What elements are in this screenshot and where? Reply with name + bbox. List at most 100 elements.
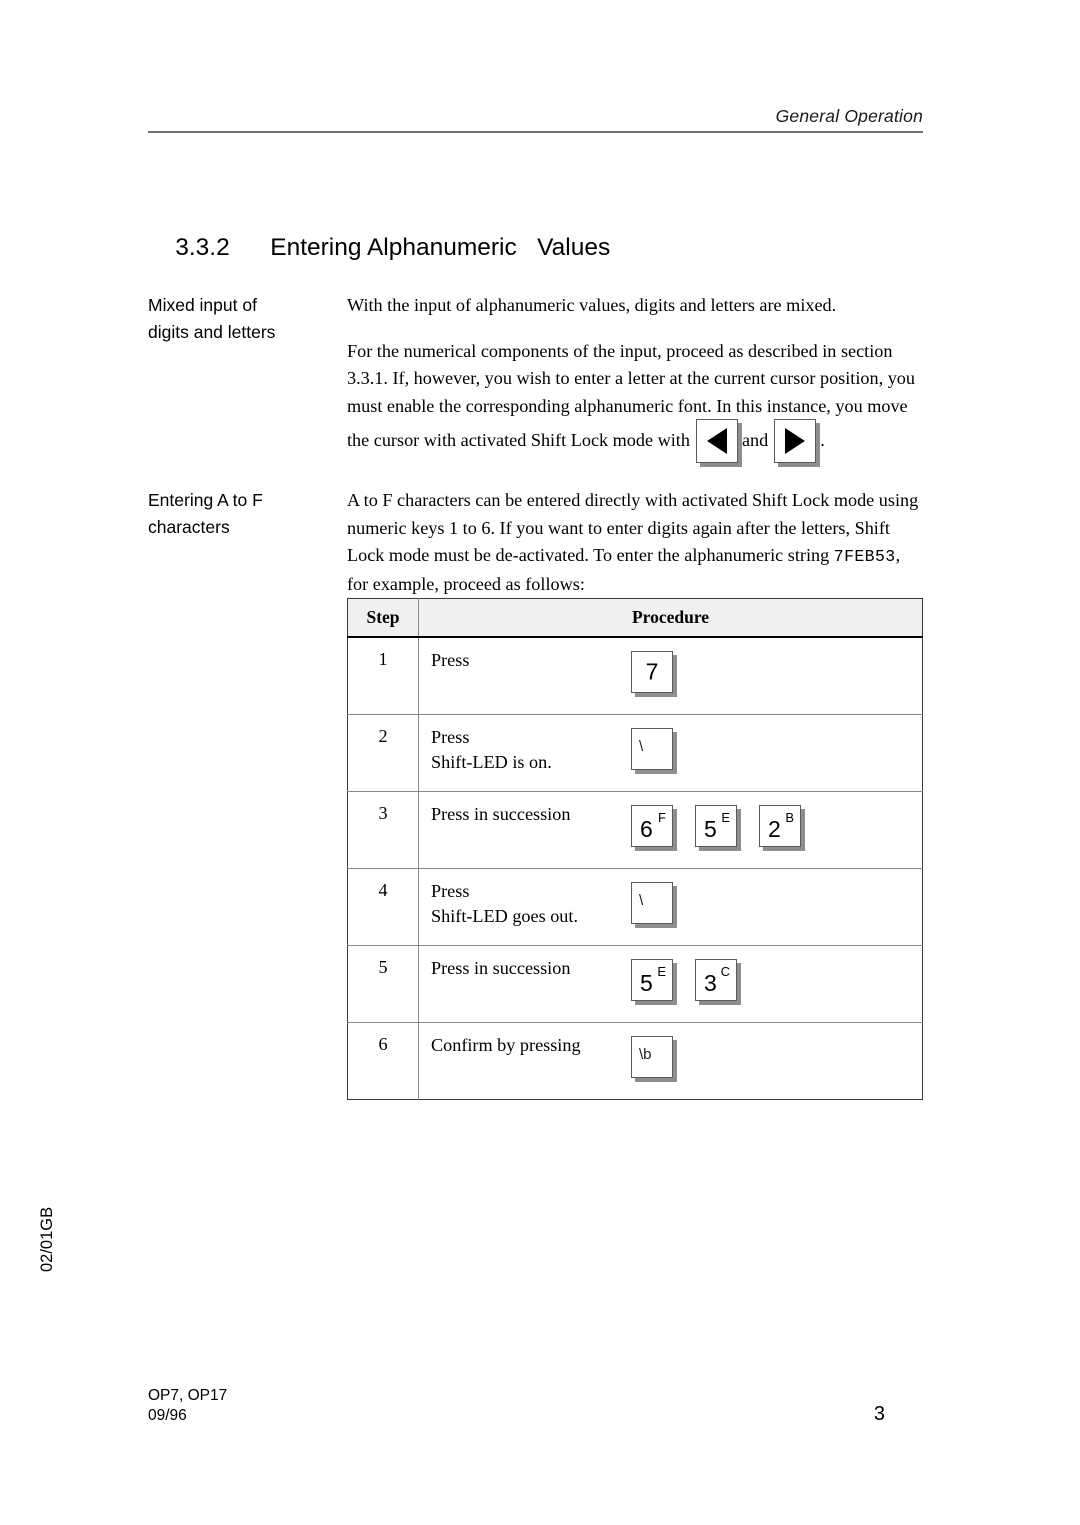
- procedure-line-1: Press: [431, 881, 470, 901]
- procedure-content: Press Shift-LED goes out. \: [431, 878, 922, 936]
- table-row: 3 Press in succession 6 F 5 E 2 B: [347, 791, 923, 869]
- column-header-procedure: Procedure: [418, 598, 923, 638]
- alphanumeric-string-example: 7FEB53: [833, 547, 896, 566]
- procedure-table: Step Procedure 1 Press 7 2 Press Shift-LED is…: [347, 598, 923, 1100]
- key-letter-glyph: F: [658, 810, 666, 825]
- key-symbol-glyph: \: [639, 738, 644, 755]
- keycap-b-key[interactable]: \b: [631, 1036, 673, 1078]
- procedure-content: Press 7: [431, 647, 922, 705]
- keycap-6F-key[interactable]: 6F: [631, 805, 673, 847]
- side-document-code: 02/01GB: [38, 1206, 56, 1272]
- key-letter-glyph: C: [720, 964, 730, 979]
- step-number-cell: 6: [347, 1022, 419, 1100]
- keycap--key[interactable]: \: [631, 728, 673, 770]
- keycap-5E-key[interactable]: 5E: [695, 805, 737, 847]
- arrow-right-icon: [785, 428, 806, 454]
- document-page: General Operation 3.3.2 Entering Alphanum…: [0, 0, 1080, 1525]
- margin-label-line-1: Entering A to F: [148, 490, 263, 510]
- key-digit-glyph: 5: [704, 816, 717, 842]
- step-number-cell: 3: [347, 791, 419, 869]
- procedure-content: Confirm by pressing \b: [431, 1032, 922, 1090]
- table-row: 4 Press Shift-LED goes out. \: [347, 868, 923, 946]
- table-body: 1 Press 7 2 Press Shift-LED is on. \ 3 Press in …: [347, 637, 923, 1100]
- paragraph-text-part-1: For the numerical components of the inpu…: [347, 340, 915, 451]
- section-number: 3.3.2: [175, 234, 230, 261]
- key-digit-glyph: 6: [640, 816, 653, 842]
- key-letter-glyph: E: [721, 810, 730, 825]
- key-letter-glyph: B: [785, 810, 794, 825]
- table-row: 5 Press in succession 5 E 3 C: [347, 945, 923, 1023]
- footer-device-line: OP7, OP17: [148, 1387, 228, 1404]
- body-text-entering-a-to-f: A to F characters can be entered directl…: [347, 487, 923, 598]
- table-row: 1 Press 7: [347, 637, 923, 715]
- keycap-2B-key[interactable]: 2B: [759, 805, 801, 847]
- procedure-content: Press Shift-LED is on. \: [431, 724, 922, 782]
- margin-label-line-1: Mixed input of: [148, 295, 257, 315]
- procedure-line-1: Press: [431, 727, 470, 747]
- key-digit-glyph: 7: [645, 658, 659, 685]
- margin-label-line-2: characters: [148, 517, 230, 537]
- margin-label-mixed-input: Mixed input of digits and letters: [148, 292, 343, 346]
- key-digit-glyph: 2: [768, 816, 781, 842]
- key-symbol-glyph: \b: [639, 1046, 652, 1063]
- procedure-description: Press in succession: [431, 955, 631, 981]
- page-number: 3: [873, 1403, 885, 1425]
- step-number-cell: 1: [347, 637, 419, 715]
- procedure-line-2: Shift-LED goes out.: [431, 906, 579, 926]
- procedure-keys: 6F 5E 2B: [631, 801, 823, 847]
- keycap-3C-key[interactable]: 3C: [695, 959, 737, 1001]
- arrow-left-icon: [706, 428, 727, 454]
- procedure-description: Confirm by pressing: [431, 1032, 631, 1058]
- procedure-line-1: Confirm by pressing: [431, 1035, 581, 1055]
- paragraph-intro: With the input of alphanumeric values, d…: [347, 295, 837, 315]
- margin-label-entering-a-to-f: Entering A to F characters: [148, 487, 343, 541]
- procedure-keys: \b: [631, 1032, 695, 1078]
- section-title: Entering Alphanumeric Values: [270, 234, 611, 261]
- keycap-5E-key[interactable]: 5E: [631, 959, 673, 1001]
- paragraph-text-end: .: [820, 430, 825, 451]
- footer-device-info: OP7, OP17 09/96: [148, 1386, 227, 1426]
- procedure-keys: \: [631, 724, 695, 770]
- procedure-description: Press Shift-LED is on.: [431, 724, 631, 775]
- paragraph-conjunction: and: [741, 430, 769, 451]
- paragraph-numeric-components: For the numerical components of the inpu…: [347, 338, 923, 465]
- procedure-line-1: Press in succession: [431, 958, 571, 978]
- procedure-cell: Press 7: [419, 637, 923, 715]
- running-header: General Operation: [148, 106, 923, 133]
- paragraph-text-part-1: A to F characters can be entered directl…: [347, 490, 919, 565]
- procedure-line-1: Press: [431, 650, 470, 670]
- key-digit-glyph: 3: [704, 970, 717, 996]
- procedure-description: Press Shift-LED goes out.: [431, 878, 631, 929]
- arrow-right-key[interactable]: [774, 419, 817, 463]
- header-rule: [148, 131, 923, 133]
- procedure-line-1: Press in succession: [431, 804, 571, 824]
- key-letter-glyph: E: [657, 964, 666, 979]
- arrow-left-key[interactable]: [695, 419, 738, 463]
- table-header-row: Step Procedure: [347, 598, 923, 638]
- step-number-cell: 4: [347, 868, 419, 946]
- procedure-keys: 7: [631, 647, 695, 693]
- procedure-content: Press in succession 6 F 5 E 2 B: [431, 801, 922, 859]
- body-text-mixed-input: With the input of alphanumeric values, d…: [347, 292, 923, 464]
- footer-date-line: 09/96: [148, 1407, 187, 1424]
- step-number-cell: 5: [347, 945, 419, 1023]
- column-header-step: Step: [347, 598, 419, 638]
- margin-label-line-2: digits and letters: [148, 322, 276, 342]
- table-row: 2 Press Shift-LED is on. \: [347, 714, 923, 792]
- keycap-7-key[interactable]: 7: [631, 651, 673, 693]
- procedure-line-2: Shift-LED is on.: [431, 752, 552, 772]
- table-row: 6 Confirm by pressing \b: [347, 1022, 923, 1100]
- keycap--key[interactable]: \: [631, 882, 673, 924]
- paragraph-a-to-f: A to F characters can be entered directl…: [347, 487, 923, 598]
- procedure-cell: Confirm by pressing \b: [418, 1022, 923, 1100]
- procedure-cell: Press in succession 5 E 3 C: [418, 945, 923, 1023]
- procedure-description: Press: [431, 647, 631, 673]
- step-number-cell: 2: [347, 714, 419, 792]
- key-symbol-glyph: \: [639, 892, 644, 909]
- procedure-cell: Press Shift-LED goes out. \: [418, 868, 923, 946]
- procedure-keys: 5E 3C: [631, 955, 759, 1001]
- procedure-description: Press in succession: [431, 801, 631, 827]
- page-title: 3.3.2 Entering Alphanumeric Values: [148, 206, 610, 290]
- procedure-keys: \: [631, 878, 695, 924]
- running-header-title: General Operation: [775, 106, 923, 126]
